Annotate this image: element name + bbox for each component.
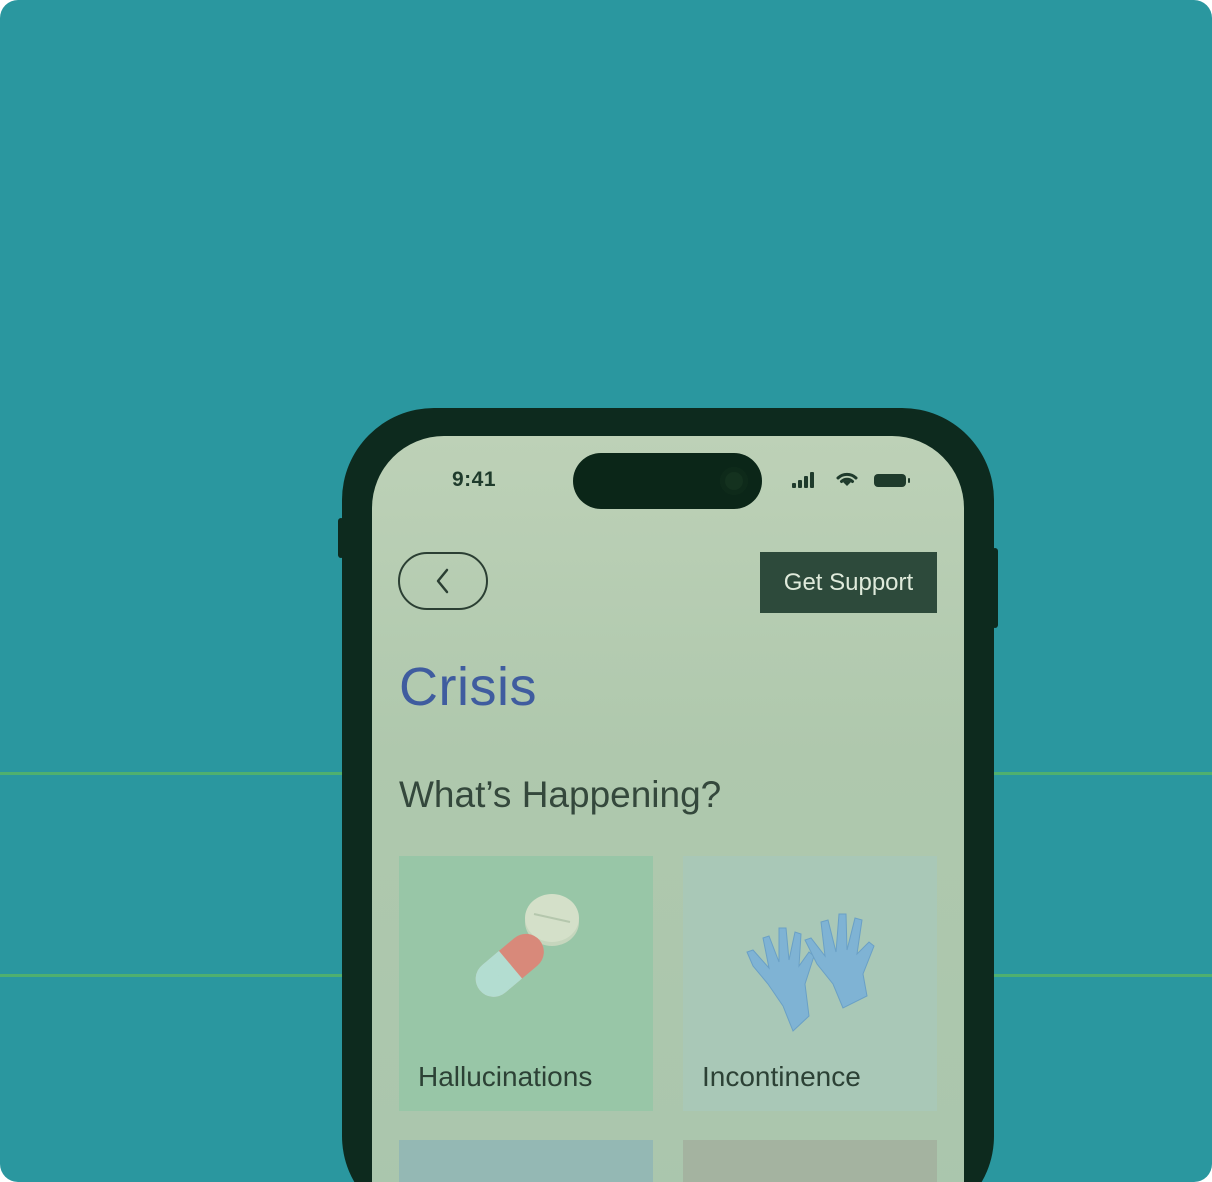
signal-icon (792, 470, 822, 488)
phone-screen: 9:41 Get Support Crisis What’s Happening… (372, 436, 964, 1182)
pills-icon (475, 894, 579, 997)
back-button[interactable] (398, 552, 488, 610)
battery-icon (874, 474, 910, 487)
phone-side-button (992, 548, 998, 628)
camera-icon (720, 467, 748, 495)
section-heading: What’s Happening? (399, 774, 722, 815)
status-icons (792, 470, 922, 490)
chevron-left-icon (436, 568, 449, 594)
gloves-icon (746, 913, 875, 1032)
card-label: Hallucinations (418, 1061, 593, 1092)
phone-side-button (338, 518, 344, 558)
card-hallucinations[interactable]: Hallucinations (399, 856, 653, 1111)
wifi-icon (836, 472, 858, 486)
card-incontinence[interactable]: Incontinence (683, 856, 937, 1111)
status-bar: 9:41 (372, 436, 964, 526)
page-title: Crisis (399, 657, 537, 717)
dynamic-island (573, 453, 762, 509)
backdrop: 9:41 Get Support Crisis What’s Happening… (0, 0, 1212, 1182)
get-support-button[interactable]: Get Support (760, 552, 937, 613)
status-time: 9:41 (452, 468, 497, 491)
card-partial[interactable] (399, 1140, 653, 1182)
card-label: Incontinence (702, 1061, 861, 1092)
card-partial[interactable] (683, 1140, 937, 1182)
